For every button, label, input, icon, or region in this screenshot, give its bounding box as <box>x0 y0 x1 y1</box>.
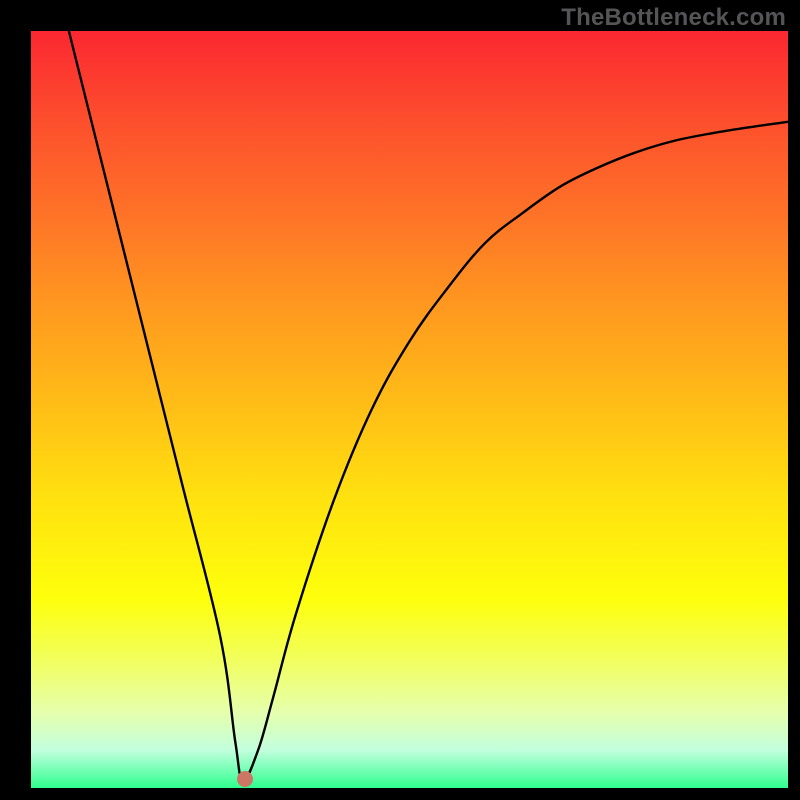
minimum-marker-dot <box>237 771 253 787</box>
curve-layer <box>31 31 788 788</box>
watermark-text: TheBottleneck.com <box>561 4 786 32</box>
chart-frame: TheBottleneck.com <box>0 0 800 800</box>
plot-area <box>31 31 788 788</box>
bottleneck-curve <box>69 31 788 781</box>
